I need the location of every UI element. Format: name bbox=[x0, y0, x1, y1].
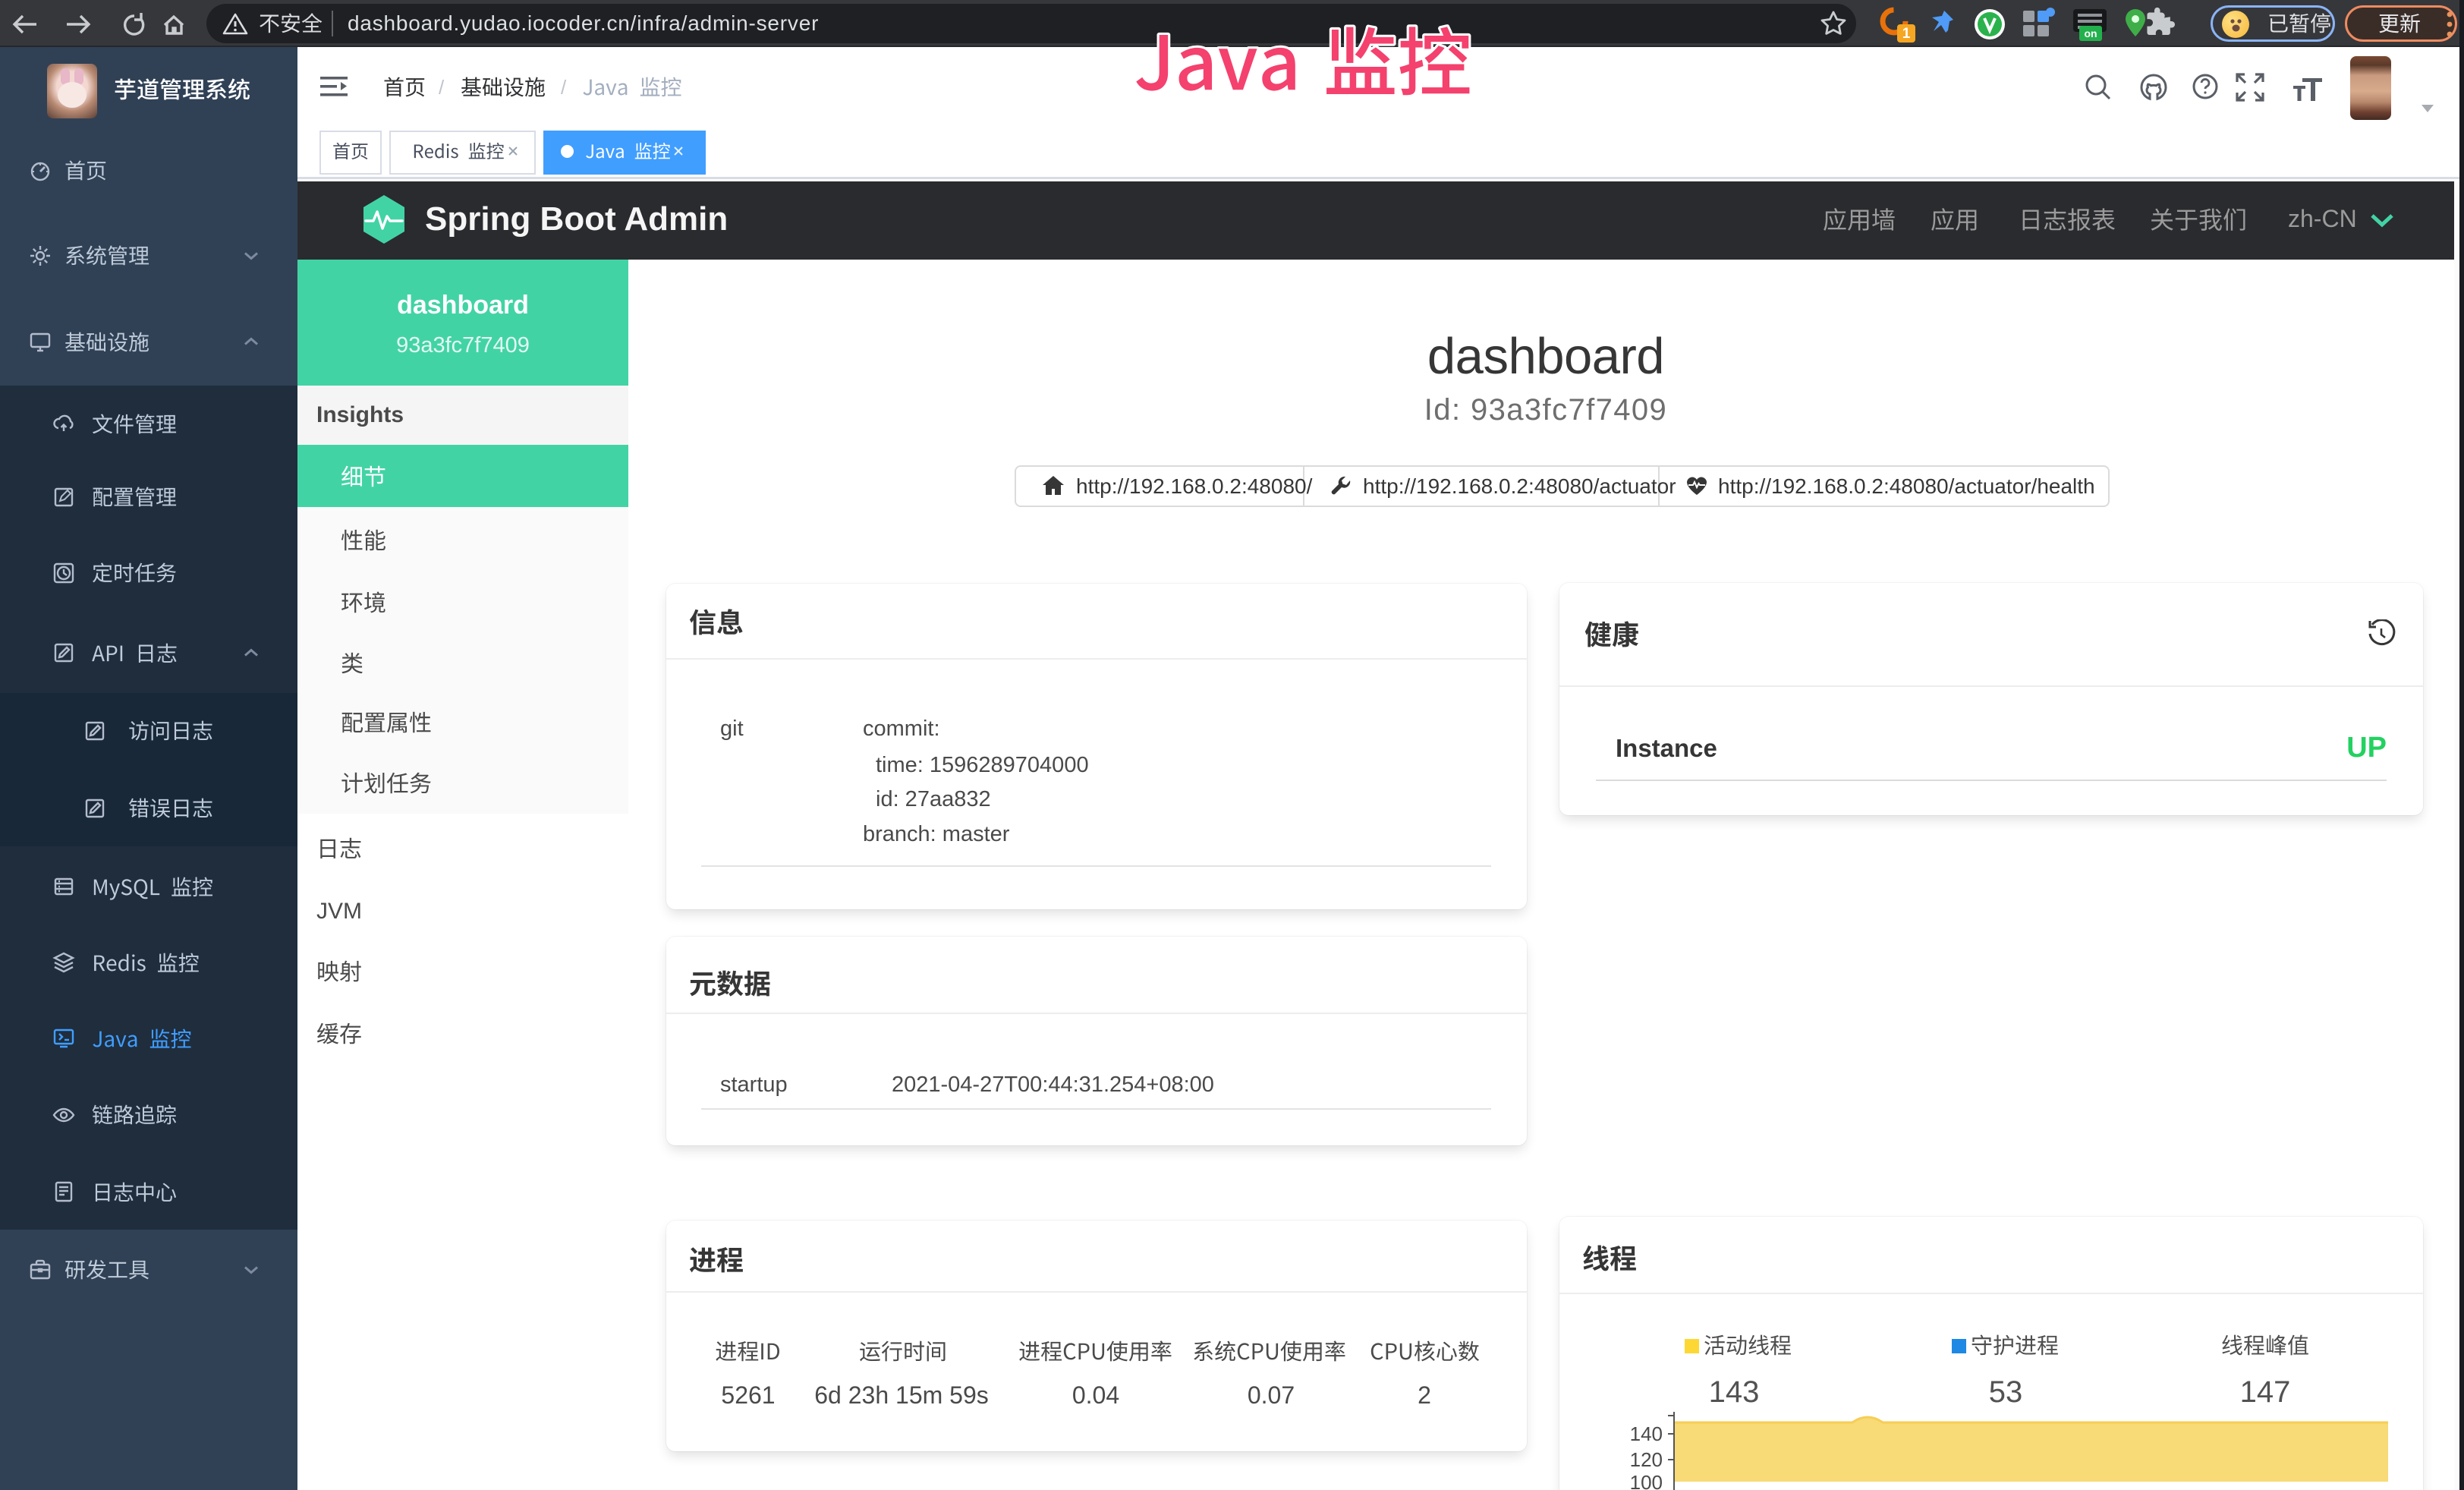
svg-text:on: on bbox=[2084, 27, 2097, 39]
svg-text:1: 1 bbox=[1902, 26, 1911, 42]
